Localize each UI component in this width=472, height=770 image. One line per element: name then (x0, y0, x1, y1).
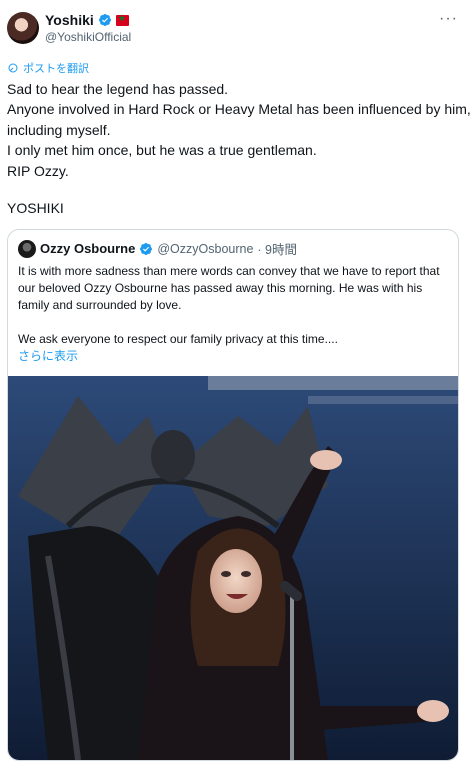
quoted-author-name[interactable]: Ozzy Osbourne (40, 241, 135, 256)
author-handle[interactable]: @YoshikiOfficial (45, 30, 131, 44)
tweet-line: including myself. (7, 121, 111, 138)
translate-post-link[interactable]: ポストを翻訳 (7, 60, 89, 76)
tweet-body: Sad to hear the legend has passed. Anyon… (7, 79, 471, 181)
quoted-line: We ask everyone to respect our family pr… (18, 332, 338, 346)
quoted-media-photo[interactable] (8, 376, 458, 760)
quoted-tweet-card[interactable]: Ozzy Osbourne @OzzyOsbourne · 9時間 It is … (7, 229, 459, 761)
quoted-line: our beloved Ozzy Osbourne has passed awa… (18, 281, 423, 295)
quoted-author-handle[interactable]: @OzzyOsbourne (157, 242, 253, 256)
translate-icon (8, 63, 18, 73)
tweet-line: I only met him once, but he was a true g… (7, 142, 317, 159)
tweet-signature: YOSHIKI (7, 200, 64, 216)
quoted-tweet-body: It is with more sadness than mere words … (18, 263, 450, 348)
author-avatar[interactable] (7, 12, 39, 44)
quoted-tweet-header: Ozzy Osbourne @OzzyOsbourne · 9時間 (18, 239, 297, 258)
quoted-timestamp[interactable]: · 9時間 (257, 239, 297, 258)
concert-photo (8, 376, 458, 760)
tweet: Yoshiki @YoshikiOfficial ··· ポストを翻訳 Sad … (0, 0, 472, 770)
tweet-line: Sad to hear the legend has passed. (7, 81, 229, 97)
show-more-link[interactable]: さらに表示 (18, 347, 78, 364)
quoted-line: It is with more sadness than mere words … (18, 264, 440, 278)
author-display-name[interactable]: Yoshiki (45, 12, 94, 28)
tweet-line: Anyone involved in Hard Rock or Heavy Me… (7, 101, 471, 118)
translate-post-label: ポストを翻訳 (23, 63, 89, 75)
quoted-line: family and surrounded by love. (18, 298, 182, 312)
author-name-row: Yoshiki (45, 12, 129, 28)
quoted-verified-badge-icon (140, 242, 153, 255)
quoted-author-avatar[interactable] (18, 239, 36, 258)
tweet-line: RIP Ozzy. (7, 162, 69, 179)
affiliation-flag-icon (115, 13, 129, 26)
more-options-icon[interactable]: ··· (439, 10, 458, 28)
verified-badge-icon (98, 14, 111, 26)
